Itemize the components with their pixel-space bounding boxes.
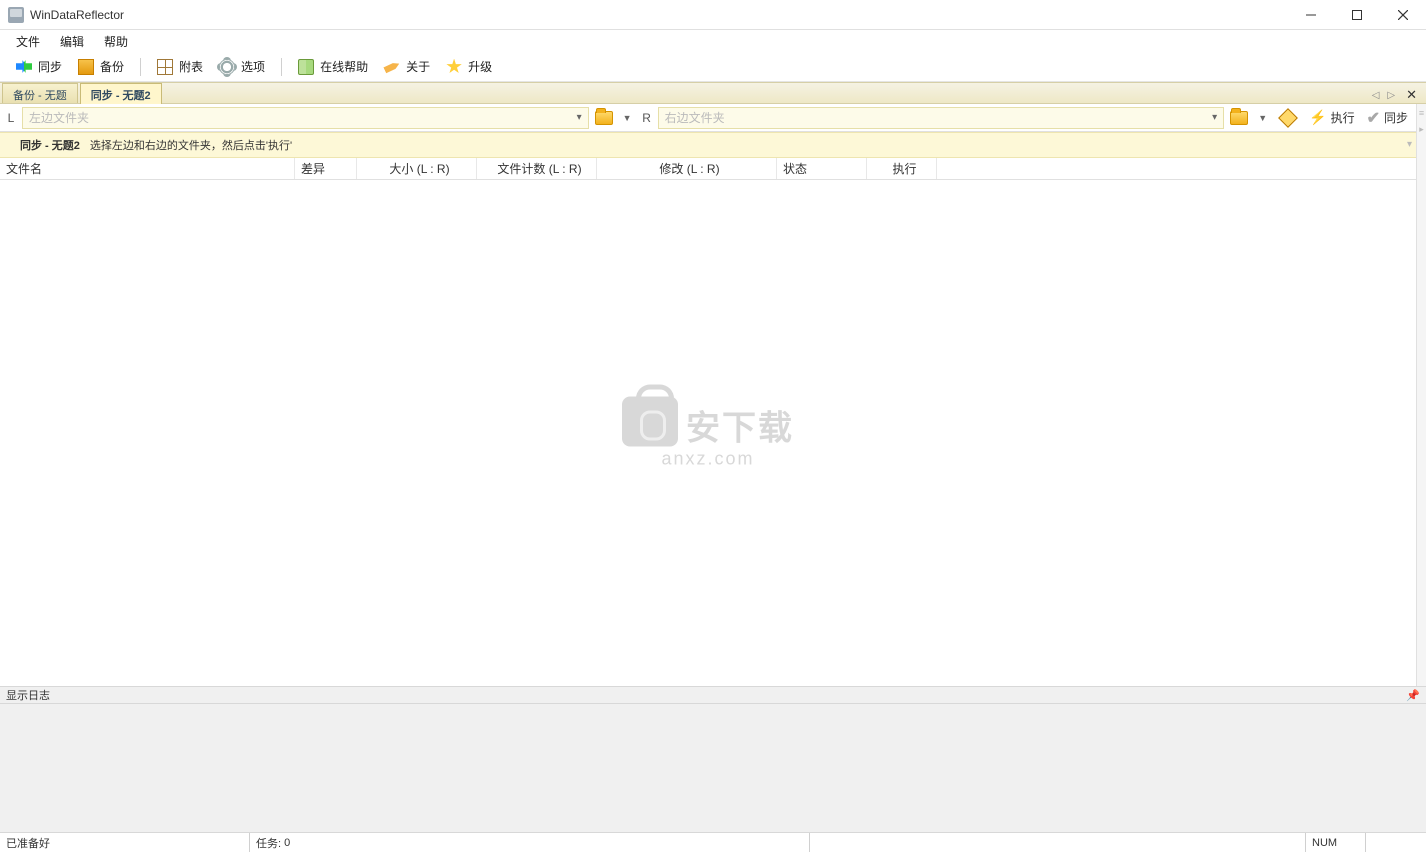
toolbar-about-label: 关于	[406, 58, 430, 75]
toolbar-about[interactable]: 关于	[378, 56, 436, 77]
watermark: 安下载 anxz.com	[622, 397, 794, 470]
minimize-button[interactable]	[1288, 0, 1334, 29]
tag-icon	[381, 56, 402, 77]
title-bar: WinDataReflector	[0, 0, 1426, 30]
bag-icon	[622, 397, 678, 447]
chevron-down-icon[interactable]: ▾	[1212, 112, 1217, 123]
tab-scroll-right[interactable]: ▷	[1387, 90, 1395, 101]
right-folder-placeholder: 右边文件夹	[665, 109, 725, 126]
toolbar-upgrade[interactable]: 升级	[440, 56, 498, 77]
run-button[interactable]: ⚡ 执行	[1305, 107, 1358, 128]
status-end	[1366, 833, 1426, 852]
col-count[interactable]: 文件计数 (L : R)	[477, 158, 597, 179]
sync-icon	[16, 59, 32, 75]
tab-backup[interactable]: 备份 - 无题	[2, 83, 78, 103]
star-icon	[446, 59, 462, 75]
status-empty	[810, 833, 1306, 852]
left-folder-placeholder: 左边文件夹	[29, 109, 89, 126]
file-list-area: 安下载 anxz.com	[0, 180, 1416, 686]
table-icon	[157, 59, 173, 75]
toolbar-separator	[281, 58, 282, 76]
hint-name: 同步 - 无题2	[20, 137, 80, 153]
folder-icon	[1230, 111, 1248, 125]
sync-button[interactable]: ✔同步	[1363, 106, 1412, 130]
side-handle[interactable]: ≡ ▸	[1416, 104, 1426, 686]
watermark-small: anxz.com	[622, 449, 794, 470]
col-modify[interactable]: 修改 (L : R)	[597, 158, 777, 179]
folder-icon	[595, 111, 613, 125]
close-button[interactable]	[1380, 0, 1426, 29]
tab-backup-label: 备份 - 无题	[13, 87, 67, 103]
sync-button-label: 同步	[1384, 109, 1408, 126]
columns-header: 文件名 差异 大小 (L : R) 文件计数 (L : R) 修改 (L : R…	[0, 158, 1416, 180]
col-run[interactable]: 执行	[867, 158, 937, 179]
tab-scroll-left[interactable]: ◁	[1372, 90, 1380, 101]
left-browse-dropdown[interactable]: ▼	[619, 113, 636, 123]
toolbar-upgrade-label: 升级	[468, 58, 492, 75]
gear-icon	[219, 59, 235, 75]
chevron-down-icon[interactable]: ▾	[577, 112, 582, 123]
run-button-label: 执行	[1331, 109, 1355, 126]
app-title: WinDataReflector	[30, 8, 124, 22]
toolbar-backup[interactable]: 备份	[72, 56, 130, 77]
side-handle-arrow-icon: ▸	[1419, 124, 1424, 135]
toolbar-table-label: 附表	[179, 58, 203, 75]
left-label: L	[4, 111, 18, 125]
menu-help[interactable]: 帮助	[94, 31, 138, 52]
right-browse-button[interactable]	[1228, 107, 1250, 129]
hint-text: 选择左边和右边的文件夹，然后点击'执行'	[90, 137, 292, 153]
log-title: 显示日志	[6, 687, 50, 703]
col-diff[interactable]: 差异	[295, 158, 357, 179]
right-folder-input[interactable]: 右边文件夹 ▾	[658, 107, 1225, 129]
collapse-handle-icon[interactable]: ▾	[1407, 139, 1412, 150]
toolbar-separator	[140, 58, 141, 76]
status-ready: 已准备好	[0, 833, 250, 852]
tabs-bar: 备份 - 无题 同步 - 无题2 ◁ ▷ ✕	[0, 82, 1426, 104]
toolbar-online-help-label: 在线帮助	[320, 58, 368, 75]
log-header[interactable]: 显示日志 📌	[0, 686, 1426, 704]
book-icon	[298, 59, 314, 75]
toolbar-sync[interactable]: 同步	[10, 56, 68, 77]
col-status[interactable]: 状态	[777, 158, 867, 179]
path-row: L 左边文件夹 ▾ ▼ R 右边文件夹 ▾ ▼ ⚡ 执行 ✔同步	[0, 104, 1416, 132]
bolt-icon: ⚡	[1309, 109, 1326, 126]
left-browse-button[interactable]	[593, 107, 615, 129]
toolbar-sync-label: 同步	[38, 58, 62, 75]
tab-sync-label: 同步 - 无题2	[91, 87, 151, 103]
toolbar: 同步 备份 附表 选项 在线帮助 关于 升级	[0, 52, 1426, 82]
menu-bar: 文件 编辑 帮助	[0, 30, 1426, 52]
toolbar-options-label: 选项	[241, 58, 265, 75]
log-body	[0, 704, 1426, 832]
check-icon: ✔	[1367, 108, 1380, 128]
backup-icon	[78, 59, 94, 75]
right-browse-dropdown[interactable]: ▼	[1254, 113, 1271, 123]
tab-close-icon[interactable]: ✕	[1403, 87, 1420, 103]
menu-edit[interactable]: 编辑	[50, 31, 94, 52]
side-handle-icon: ≡	[1419, 108, 1424, 118]
watermark-big: 安下载	[686, 400, 794, 449]
menu-file[interactable]: 文件	[6, 31, 50, 52]
status-tasks: 任务: 0	[250, 833, 810, 852]
status-bar: 已准备好 任务: 0 NUM	[0, 832, 1426, 852]
tab-sync[interactable]: 同步 - 无题2	[80, 83, 162, 104]
hint-bar: 同步 - 无题2 选择左边和右边的文件夹，然后点击'执行' ▾	[0, 132, 1416, 158]
toolbar-backup-label: 备份	[100, 58, 124, 75]
left-folder-input[interactable]: 左边文件夹 ▾	[22, 107, 589, 129]
col-filename[interactable]: 文件名	[0, 158, 295, 179]
maximize-button[interactable]	[1334, 0, 1380, 29]
pin-icon[interactable]: 📌	[1406, 689, 1420, 702]
col-size[interactable]: 大小 (L : R)	[357, 158, 477, 179]
right-label: R	[640, 111, 654, 125]
toolbar-options[interactable]: 选项	[213, 56, 271, 77]
app-icon	[8, 7, 24, 23]
pin-icon[interactable]	[1278, 108, 1298, 128]
toolbar-online-help[interactable]: 在线帮助	[292, 56, 374, 77]
status-num: NUM	[1306, 833, 1366, 852]
toolbar-table[interactable]: 附表	[151, 56, 209, 77]
